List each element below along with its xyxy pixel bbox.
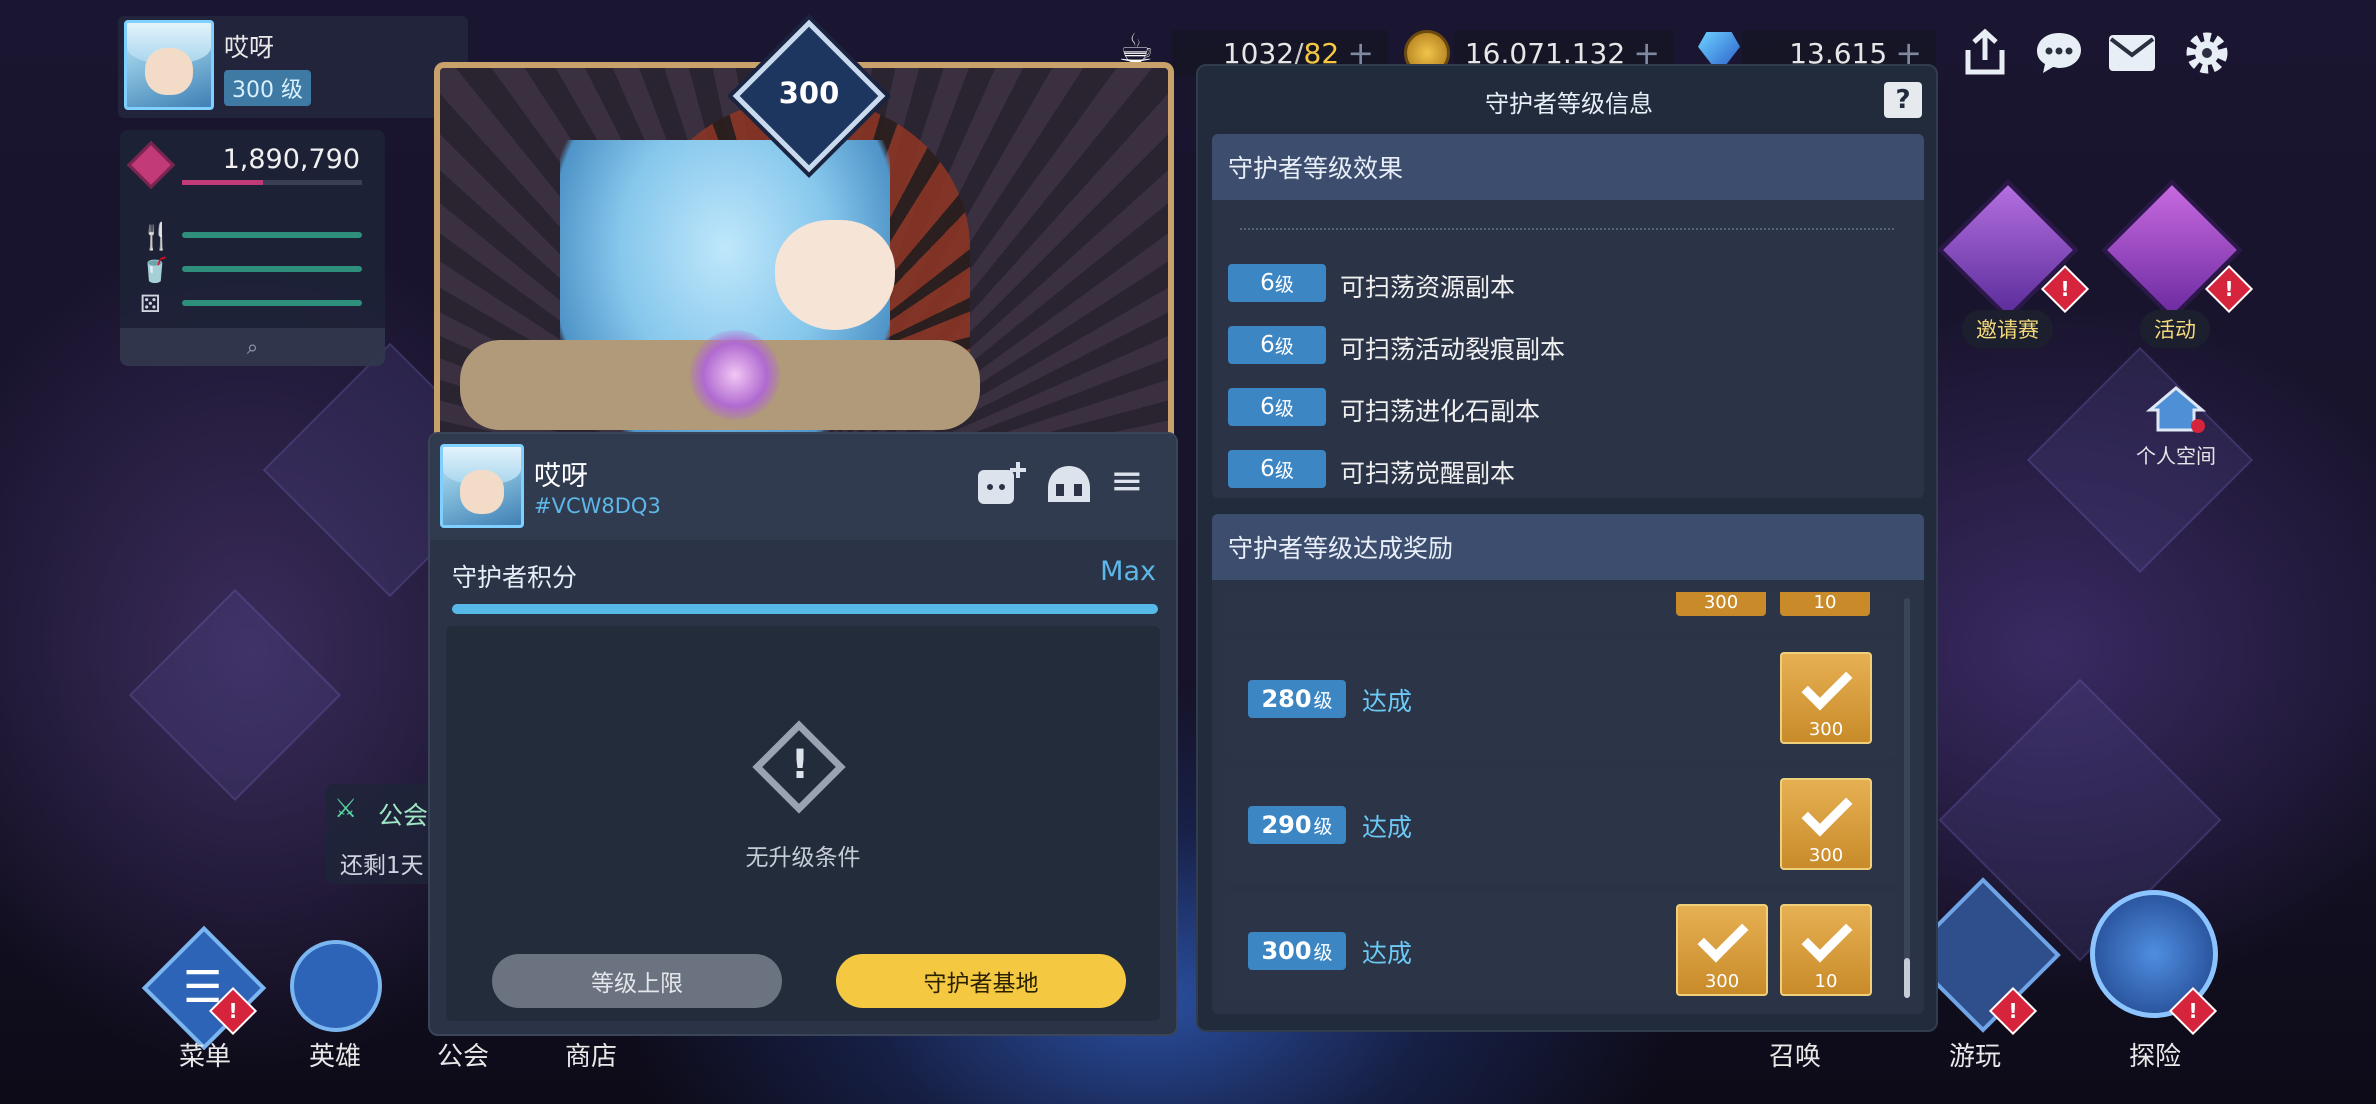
reward-amount: 10 bbox=[1780, 592, 1870, 616]
reward-level-badge: 280 级 bbox=[1248, 680, 1346, 718]
guardian-score-label: 守护者积分 bbox=[452, 563, 578, 592]
guardian-base-button[interactable]: 守护者基地 bbox=[836, 954, 1126, 1008]
magic-orb bbox=[690, 330, 780, 420]
guardian-level-info-panel: 守护者等级信息 ? 守护者等级效果 6级 可扫荡资源副本 6级 可扫荡活动裂痕副… bbox=[1196, 64, 1938, 1032]
drink-icon: 🥤 bbox=[140, 256, 170, 284]
reward-claimed-item[interactable]: 300 bbox=[1676, 904, 1768, 996]
check-icon bbox=[1697, 911, 1749, 963]
card-level: 300 bbox=[778, 76, 840, 110]
mail-icon[interactable] bbox=[2108, 34, 2156, 72]
effect-level-badge: 6级 bbox=[1228, 326, 1326, 364]
crossed-swords-icon: ⚔ bbox=[334, 794, 358, 824]
no-upgrade-text: 无升级条件 bbox=[745, 845, 861, 871]
reward-level-badge: 290 级 bbox=[1248, 806, 1346, 844]
activity-event-label[interactable]: 活动 bbox=[2140, 310, 2210, 348]
hero-icon[interactable] bbox=[290, 940, 382, 1032]
guild-popup-text: 还剩1天 bbox=[340, 853, 424, 879]
power-value: 1,890,790 bbox=[222, 144, 360, 175]
reward-claimed-item[interactable]: 10 bbox=[1780, 904, 1872, 996]
reward-row: 300 10 bbox=[1226, 592, 1898, 632]
player-level: 300 级 bbox=[224, 70, 311, 106]
reward-status: 达成 bbox=[1362, 813, 1413, 842]
effect-text: 可扫荡进化石副本 bbox=[1340, 397, 1541, 426]
rewards-list[interactable]: 300 10 280 级 达成 300 290 级 达成 300 300 级 达成 3… bbox=[1226, 592, 1898, 998]
card-avatar[interactable] bbox=[440, 444, 524, 528]
power-icon bbox=[126, 140, 176, 190]
food-icon: 🍴 bbox=[140, 222, 173, 252]
reward-row: 290 级 达成 300 bbox=[1226, 766, 1898, 884]
reward-status: 达成 bbox=[1362, 687, 1413, 716]
reward-row: 300 级 达成 300 10 bbox=[1226, 892, 1898, 998]
personal-space-label[interactable]: 个人空间 bbox=[2118, 440, 2234, 469]
level-rewards-section: 守护者等级达成奖励 300 10 280 级 达成 300 290 级 达成 300… bbox=[1212, 514, 1924, 1014]
dice-icon: ⚄ bbox=[140, 290, 161, 318]
reward-claimed-item[interactable]: 300 bbox=[1780, 652, 1872, 744]
check-icon bbox=[1801, 659, 1853, 711]
guardian-card-panel: 哎呀 #VCW8DQ3 ≡ 守护者积分 Max ! 无升级条件 等级上限 守护者… bbox=[428, 432, 1178, 1036]
chat-icon[interactable] bbox=[2034, 30, 2084, 76]
guild-emblem-icon[interactable] bbox=[1044, 462, 1094, 506]
level-effects-title: 守护者等级效果 bbox=[1212, 134, 1924, 200]
effect-level-badge: 6级 bbox=[1228, 264, 1326, 302]
share-icon[interactable] bbox=[1960, 28, 2010, 78]
reward-amount: 300 bbox=[1676, 592, 1766, 616]
nav-play-label[interactable]: 游玩 bbox=[1920, 1036, 2030, 1073]
level-rewards-title: 守护者等级达成奖励 bbox=[1212, 514, 1924, 580]
check-icon bbox=[1801, 785, 1853, 837]
card-player-name: 哎呀 bbox=[534, 461, 588, 492]
nav-menu-label[interactable]: 菜单 bbox=[150, 1036, 260, 1073]
food-bar bbox=[182, 232, 362, 238]
nav-summon-label[interactable]: 召唤 bbox=[1740, 1036, 1850, 1073]
help-button[interactable]: ? bbox=[1884, 82, 1922, 118]
drink-bar bbox=[182, 266, 362, 272]
settings-gear-icon[interactable] bbox=[2182, 28, 2232, 78]
effect-text: 可扫荡觉醒副本 bbox=[1340, 459, 1516, 488]
exclamation-icon: ! bbox=[790, 742, 810, 788]
level-limit-button[interactable]: 等级上限 bbox=[492, 954, 782, 1008]
player-stats-panel: 1,890,790 🍴 🥤 ⚄ ⌕ bbox=[120, 130, 385, 366]
level-effects-section: 守护者等级效果 6级 可扫荡资源副本 6级 可扫荡活动裂痕副本 6级 可扫荡进化… bbox=[1212, 134, 1924, 498]
guardian-score-progress bbox=[452, 604, 1158, 614]
upgrade-conditions-box: ! 无升级条件 等级上限 守护者基地 bbox=[446, 626, 1160, 1021]
divider bbox=[1240, 228, 1894, 230]
nav-guild-label[interactable]: 公会 bbox=[408, 1036, 518, 1073]
search-icon[interactable]: ⌕ bbox=[120, 328, 385, 366]
effect-text: 可扫荡活动裂痕副本 bbox=[1340, 335, 1566, 364]
nav-explore-label[interactable]: 探险 bbox=[2100, 1036, 2210, 1073]
nav-hero-label[interactable]: 英雄 bbox=[280, 1036, 390, 1073]
effect-level-badge: 6级 bbox=[1228, 388, 1326, 426]
add-friend-icon[interactable] bbox=[976, 460, 1028, 508]
home-icon[interactable] bbox=[2146, 384, 2206, 434]
more-menu-icon[interactable]: ≡ bbox=[1110, 458, 1144, 504]
effect-text: 可扫荡资源副本 bbox=[1340, 273, 1516, 302]
check-icon bbox=[1801, 911, 1853, 963]
reward-status: 达成 bbox=[1362, 939, 1413, 968]
nav-shop-label[interactable]: 商店 bbox=[536, 1036, 646, 1073]
player-name: 哎呀 bbox=[224, 33, 275, 62]
guild-popup-title: 公会 bbox=[378, 801, 429, 830]
invite-event-label[interactable]: 邀请赛 bbox=[1962, 310, 2053, 348]
effect-level-badge: 6级 bbox=[1228, 450, 1326, 488]
guardian-score-value: Max bbox=[1100, 556, 1156, 587]
fun-bar bbox=[182, 300, 362, 306]
card-player-id[interactable]: #VCW8DQ3 bbox=[534, 494, 661, 518]
reward-row: 280 级 达成 300 bbox=[1226, 640, 1898, 758]
reward-level-badge: 300 级 bbox=[1248, 932, 1346, 970]
reward-claimed-item[interactable]: 300 bbox=[1780, 778, 1872, 870]
hero-face bbox=[775, 220, 895, 330]
rewards-scrollbar[interactable] bbox=[1904, 598, 1910, 998]
info-panel-title: 守护者等级信息 bbox=[1485, 90, 1653, 118]
player-avatar[interactable] bbox=[124, 20, 214, 110]
